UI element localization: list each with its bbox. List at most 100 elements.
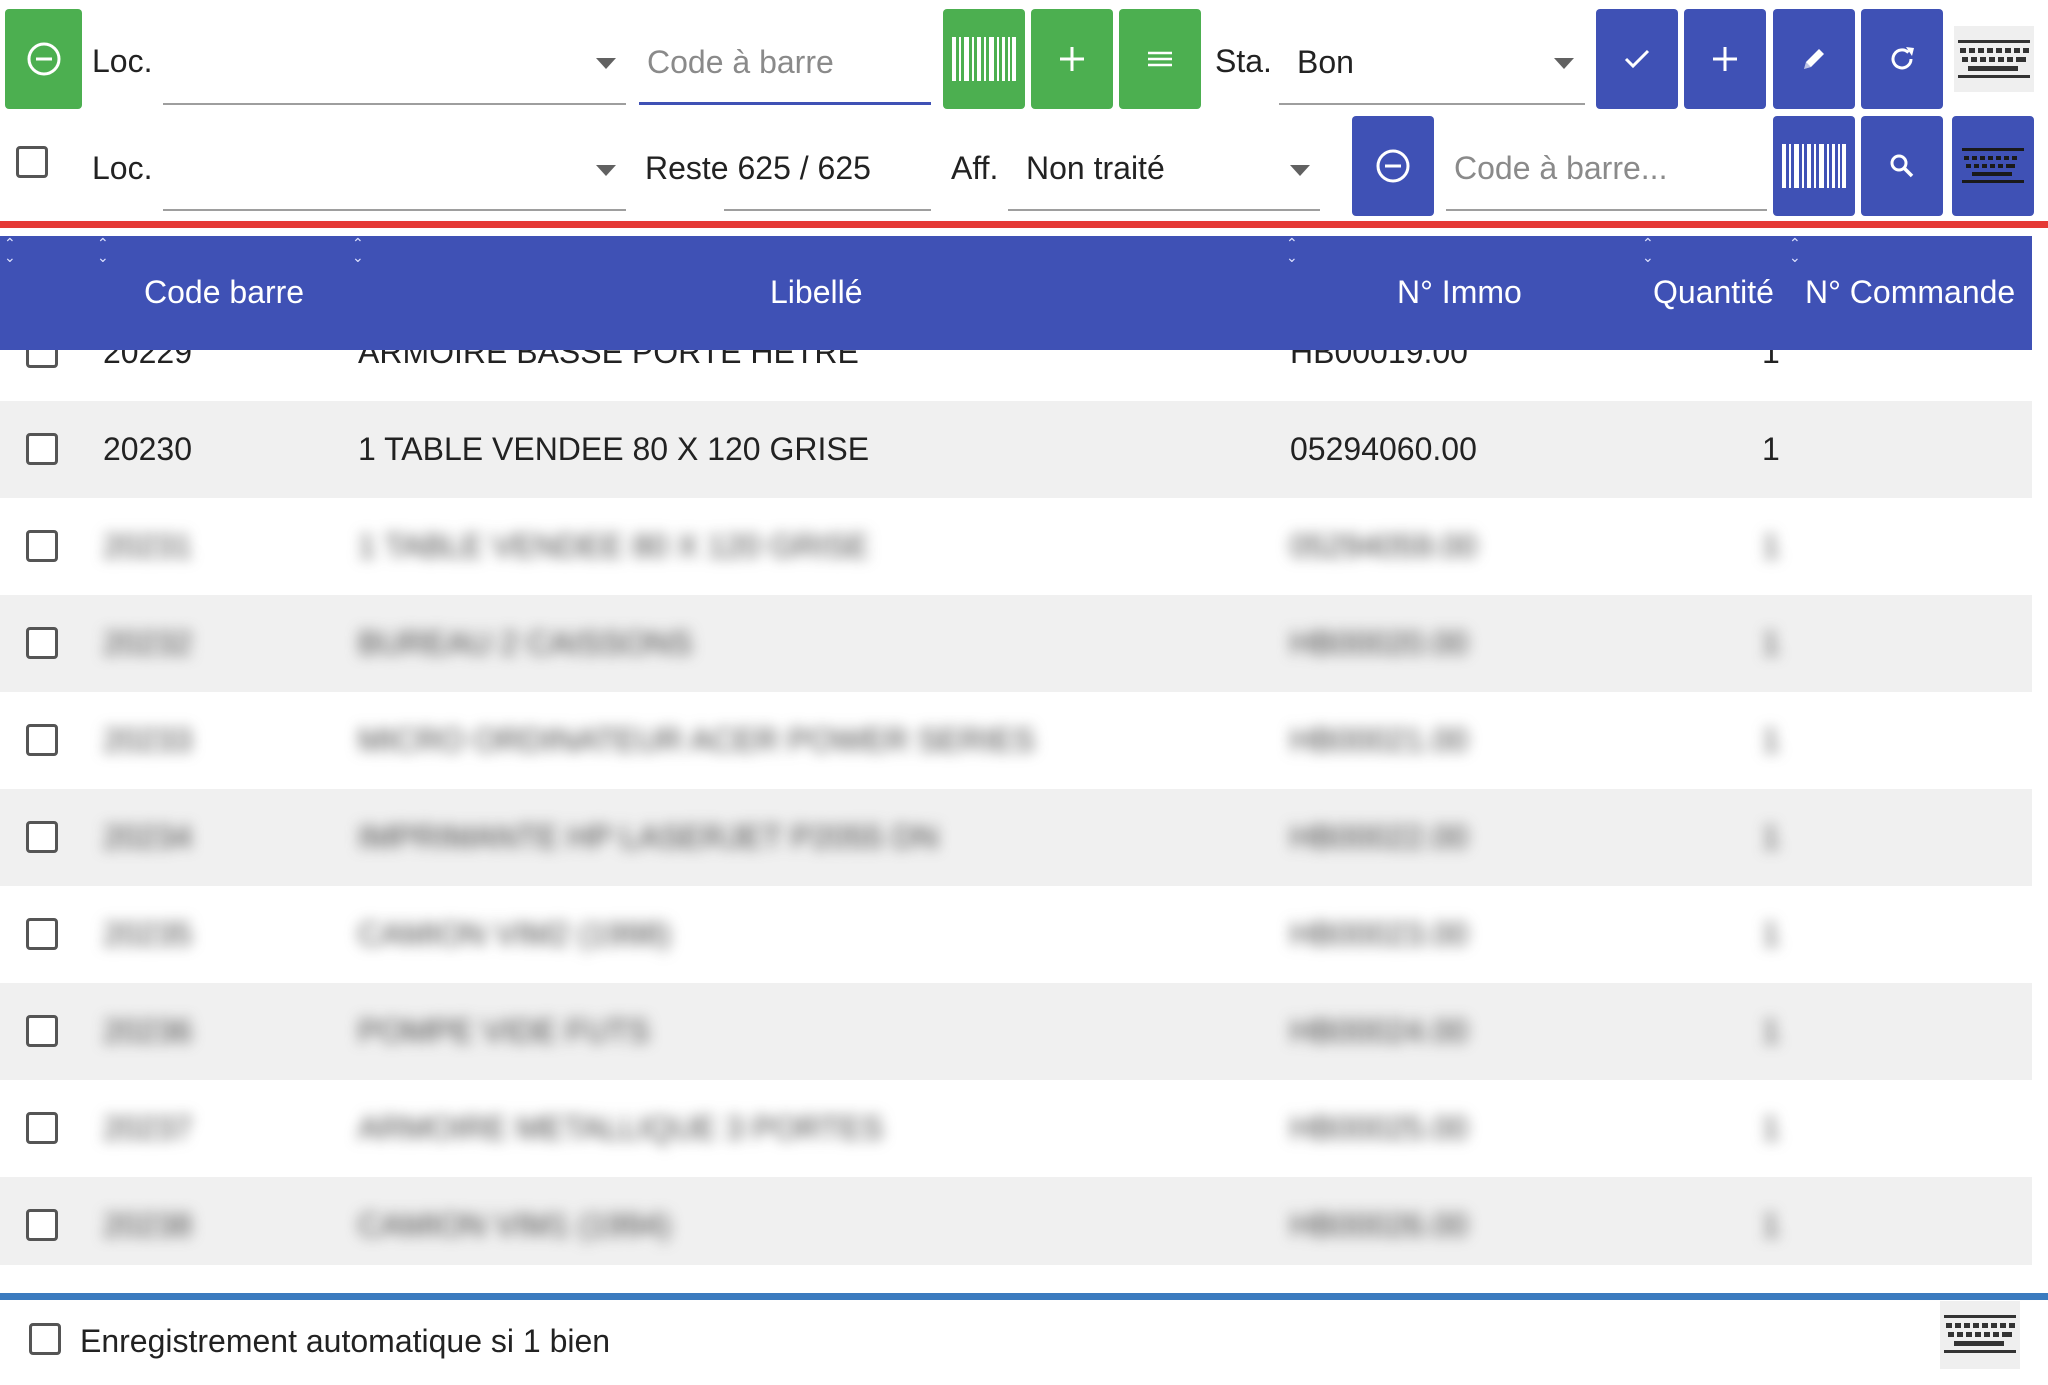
column-header-label[interactable]: Libellé	[770, 276, 863, 308]
sort-icon[interactable]: ⌃ ⌄	[1286, 236, 1298, 264]
cell-barcode: 20230	[103, 431, 192, 467]
loc-dropdown-icon[interactable]	[596, 58, 616, 69]
search-input[interactable]: Code à barre...	[1446, 146, 1767, 211]
cell-label: CAMION VIM1 (1994)	[358, 1207, 671, 1243]
cell-quantity: 1	[1762, 819, 1780, 855]
cell-label: 1 TABLE VENDEE 80 X 120 GRISE	[358, 431, 870, 467]
row-checkbox[interactable]	[26, 821, 58, 853]
row-checkbox[interactable]	[26, 724, 58, 756]
column-header-immo[interactable]: N° Immo	[1397, 276, 1522, 308]
cell-label: ARMOIRE BASSE PORTE HETRE	[358, 350, 859, 370]
check-icon	[1624, 49, 1650, 69]
cell-label: POMPE VIDE FUTS	[358, 1013, 650, 1049]
cell-quantity: 1	[1762, 350, 1780, 370]
sort-icon[interactable]: ⌃ ⌄	[4, 236, 16, 264]
column-header-quantity[interactable]: Quantité	[1653, 276, 1774, 308]
edit-button[interactable]	[1773, 9, 1855, 109]
table-row[interactable]: 20231 1 TABLE VENDEE 80 X 120 GRISE 052940…	[0, 498, 2032, 595]
keyboard-icon[interactable]	[1954, 26, 2034, 92]
cell-immo: 05294059.00	[1290, 528, 1477, 564]
cell-label: BUREAU 2 CAISSONS	[358, 625, 693, 661]
scan-barcode-button[interactable]	[943, 9, 1025, 109]
cell-label: CAMION VIM2 (1998)	[358, 916, 671, 952]
loc-dropdown-icon-2[interactable]	[596, 165, 616, 176]
status-select[interactable]: Bon	[1279, 40, 1585, 105]
assignment-dropdown-icon[interactable]	[1290, 165, 1310, 176]
row-checkbox[interactable]	[26, 1209, 58, 1241]
menu-icon	[1148, 51, 1172, 67]
cell-barcode: 20233	[103, 722, 192, 758]
sort-icon[interactable]: ⌃ ⌄	[352, 236, 364, 264]
sort-icon[interactable]: ⌃ ⌄	[1642, 236, 1654, 264]
cell-immo: 05294060.00	[1290, 431, 1477, 467]
row-checkbox[interactable]	[26, 350, 58, 368]
row-checkbox[interactable]	[26, 530, 58, 562]
keyboard-icon[interactable]	[1940, 1301, 2020, 1369]
keyboard-icon	[1962, 148, 2024, 183]
red-separator	[0, 221, 2048, 228]
loc-select[interactable]	[163, 40, 626, 105]
column-header-order[interactable]: N° Commande	[1805, 276, 2015, 308]
loc-select-2[interactable]	[163, 146, 626, 211]
table-row[interactable]: 20232 BUREAU 2 CAISSONS HB00020.00 1	[0, 595, 2032, 692]
table-row[interactable]: 20235 CAMION VIM2 (1998) HB00023.00 1	[0, 886, 2032, 983]
minus-circle-icon	[27, 42, 60, 76]
cell-barcode: 20229	[103, 350, 192, 370]
cell-label: MICRO ORDINATEUR ACER POWER SERIES	[358, 722, 1035, 758]
barcode-icon	[1782, 144, 1846, 188]
cell-immo: HB00025.00	[1290, 1110, 1468, 1146]
table-row[interactable]: 20230 1 TABLE VENDEE 80 X 120 GRISE 052940…	[0, 401, 2032, 498]
table-body: 20229 ARMOIRE BASSE PORTE HETRE HB00019.00…	[0, 350, 2032, 1265]
assignment-label: Aff.	[951, 150, 999, 186]
cell-immo: HB00019.00	[1290, 350, 1468, 370]
table-row[interactable]: 20229 ARMOIRE BASSE PORTE HETRE HB00019.00…	[0, 350, 2032, 401]
row-checkbox[interactable]	[26, 433, 58, 465]
assignment-select[interactable]: Non traité	[1008, 146, 1320, 211]
table-row[interactable]: 20234 IMPRIMANTE HP LASERJET P2055 DN HB00…	[0, 789, 2032, 886]
cell-barcode: 20238	[103, 1207, 192, 1243]
cell-quantity: 1	[1762, 1110, 1780, 1146]
clear-search-button[interactable]	[1352, 116, 1434, 216]
keyboard-toggle-button[interactable]	[1952, 116, 2034, 216]
table-row[interactable]: 20238 CAMION VIM1 (1994) HB00026.00 1	[0, 1177, 2032, 1265]
search-icon	[1890, 154, 1914, 178]
status-dropdown-icon[interactable]	[1554, 58, 1574, 69]
cell-immo: HB00023.00	[1290, 916, 1468, 952]
table-row[interactable]: 20237 ARMOIRE METALLIQUE 3 PORTES HB00025.…	[0, 1080, 2032, 1177]
auto-save-label: Enregistrement automatique si 1 bien	[80, 1323, 611, 1359]
loc-label-2: Loc.	[92, 150, 153, 186]
loc-label: Loc.	[92, 43, 153, 79]
select-all-checkbox[interactable]	[16, 146, 48, 178]
plus-icon	[1060, 47, 1084, 71]
search-button[interactable]	[1861, 116, 1943, 216]
menu-button[interactable]	[1119, 9, 1201, 109]
barcode-input[interactable]: Code à barre	[639, 40, 931, 105]
sort-icon[interactable]: ⌃ ⌄	[1789, 236, 1801, 264]
cell-quantity: 1	[1762, 1207, 1780, 1243]
cell-barcode: 20234	[103, 819, 192, 855]
remove-location-button[interactable]	[5, 9, 82, 109]
table-row[interactable]: 20233 MICRO ORDINATEUR ACER POWER SERIES H…	[0, 692, 2032, 789]
row-checkbox[interactable]	[26, 918, 58, 950]
footer-line	[0, 1293, 2048, 1300]
cell-immo: HB00026.00	[1290, 1207, 1468, 1243]
minus-circle-icon	[1376, 149, 1410, 183]
sort-icon[interactable]: ⌃ ⌄	[97, 236, 109, 264]
row-checkbox[interactable]	[26, 1112, 58, 1144]
cell-quantity: 1	[1762, 722, 1780, 758]
cell-barcode: 20231	[103, 528, 192, 564]
row-checkbox[interactable]	[26, 1015, 58, 1047]
row-checkbox[interactable]	[26, 627, 58, 659]
cell-label: ARMOIRE METALLIQUE 3 PORTES	[358, 1110, 884, 1146]
scan-search-button[interactable]	[1773, 116, 1855, 216]
add-button-green[interactable]	[1031, 9, 1113, 109]
add-button-blue[interactable]	[1684, 9, 1766, 109]
refresh-button[interactable]	[1861, 9, 1943, 109]
validate-button[interactable]	[1596, 9, 1678, 109]
cell-immo: HB00020.00	[1290, 625, 1468, 661]
auto-save-checkbox[interactable]	[29, 1323, 61, 1355]
table-row[interactable]: 20236 POMPE VIDE FUTS HB00024.00 1	[0, 983, 2032, 1080]
cell-barcode: 20232	[103, 625, 192, 661]
column-header-barcode[interactable]: Code barre	[144, 276, 304, 308]
refresh-icon	[1891, 47, 1914, 70]
